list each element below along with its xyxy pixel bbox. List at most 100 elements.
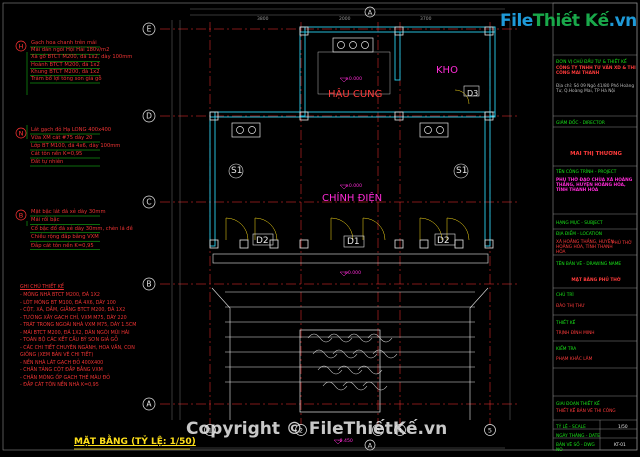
tb-phase-label: GIAI ĐOẠN THIẾT KẾ xyxy=(556,402,600,407)
tb-director: MAI THỊ THƯƠNG xyxy=(570,151,622,157)
tb-address: Địa chỉ: Số 09 Ngõ 41/80 Phố Hoàng Tư, Q… xyxy=(556,84,635,95)
wall xyxy=(489,26,496,117)
room-label-hau-cung: HẬU CUNG xyxy=(328,89,383,100)
brand-logo-file: File xyxy=(500,11,533,31)
dragon-relief-stroke xyxy=(347,333,373,343)
dimension-text: 3800 xyxy=(257,17,269,22)
door-label: D3 xyxy=(467,89,479,98)
legend-marker-label: B xyxy=(19,212,23,220)
cad-drawing-canvas: EDCBA12345AAHNB Gạch hoa chanh trên mái … xyxy=(0,0,640,453)
tb-scale-label: TỶ LỆ - SCALE xyxy=(556,425,586,430)
room-label-chinh-dien: CHÍNH ĐIỆN xyxy=(322,193,383,204)
column xyxy=(484,26,494,36)
tb-drawing: MẶT BẰNG PHỦ THỜ xyxy=(571,278,621,283)
room-label-kho: KHO xyxy=(436,65,458,76)
column xyxy=(394,239,404,249)
tb-chair: ĐÀO THỊ THƯ xyxy=(556,304,585,309)
tb-phase: THIẾT KẾ BẢN VẼ THI CÔNG xyxy=(556,409,616,414)
tb-scale: 1/50 xyxy=(618,425,628,430)
door-label: D2 xyxy=(437,236,450,246)
grid-label-row: A xyxy=(146,400,152,409)
door-swing xyxy=(446,217,470,241)
wall xyxy=(209,111,216,247)
dragon-relief-panel xyxy=(299,329,381,413)
altar-table xyxy=(332,37,374,53)
legend-roof-line: Trám bổ lợi tông son giả gỗ xyxy=(31,75,102,82)
grid-label-row: C xyxy=(146,198,151,207)
incense-bowl xyxy=(337,41,345,49)
dragon-relief-stroke xyxy=(312,349,338,359)
tb-company: CÔNG TY TNHH TƯ VẤN XD & THI CÔNG MAI TH… xyxy=(556,66,636,77)
note-line: - ĐẮP CÁT TÔN NỀN NHÀ K=0,95 xyxy=(20,383,99,388)
tb-sheet-label: BẢN VẼ SỐ - DWG NO xyxy=(556,443,595,454)
level-mark: ±0.000 xyxy=(345,184,363,189)
hau-cung-altar-outline xyxy=(317,51,391,95)
section-mark-label: A xyxy=(368,9,373,17)
wall xyxy=(484,111,491,247)
column xyxy=(269,239,279,249)
legend-step-line: Đắp cát tôn nền K=0,95 xyxy=(31,242,94,249)
incense-bowl xyxy=(436,126,444,134)
level-mark: ±0.000 xyxy=(344,271,362,276)
tb-design: TRỊNH ĐÌNH MINH xyxy=(556,331,595,336)
grid-label-row: D xyxy=(146,112,152,121)
dragon-relief-stroke xyxy=(332,349,358,359)
window-label: S1 xyxy=(456,166,468,176)
door-swing xyxy=(362,217,386,241)
front-terrace xyxy=(212,253,489,264)
column xyxy=(239,239,249,249)
tb-sheet: KT-01 xyxy=(614,443,626,448)
dragon-relief-stroke xyxy=(372,349,398,359)
grid-label-col: 5 xyxy=(488,427,492,435)
tb-drawing-label: TÊN BẢN VẼ - DRAWING NAME xyxy=(556,262,622,267)
level-mark: -0.450 xyxy=(338,439,353,444)
incense-bowl xyxy=(248,126,256,134)
tb-project-label: TÊN CÔNG TRÌNH - PROJECT xyxy=(556,170,617,175)
level-mark: ±0.000 xyxy=(345,77,363,82)
tb-chair-label: CHỦ TRÌ xyxy=(556,293,574,298)
dragon-relief-stroke xyxy=(327,333,353,343)
legend-floor-line: Đất tự nhiên xyxy=(31,159,64,165)
dimension-text: 2000 xyxy=(339,17,351,22)
column xyxy=(484,239,494,249)
column xyxy=(419,239,429,249)
tb-check: PHẠM KHẮC LÂM xyxy=(556,357,593,362)
legend-floor: Lát gạch đỏ Hạ LONG 400x400 Vữa XM cát #… xyxy=(31,127,120,168)
tb-design-label: THIẾT KẾ xyxy=(556,321,576,326)
section-mark-label: A xyxy=(368,442,373,450)
tb-location: XÃ HOẰNG THẮNG, HUYỆN HOẰNG HÓA, TỈNH TH… xyxy=(556,240,614,256)
design-notes: GHI CHÚ THIẾT KẾ - MÓNG NHÀ BTCT M200, Đ… xyxy=(20,285,136,392)
column xyxy=(209,239,219,249)
column xyxy=(394,26,404,36)
legend-marker-label: N xyxy=(19,130,24,138)
incense-bowl xyxy=(424,126,432,134)
brand-logo: FileThiết Kế.vn xyxy=(500,13,637,30)
column xyxy=(454,239,464,249)
tb-project: PHỤ THỜ ĐẠO CHÙA XÃ HOÀNG THẮNG, HUYỆN H… xyxy=(556,178,633,194)
brand-logo-name: Thiết Kế xyxy=(532,11,609,31)
brand-logo-tld: .vn xyxy=(608,11,638,31)
tb-date-label: NGÀY THÁNG - DATE xyxy=(556,434,600,439)
dragon-relief-stroke xyxy=(307,333,333,343)
tb-check-label: KIỂM TRA xyxy=(556,347,577,352)
door-swing xyxy=(225,217,249,241)
door-label: D2 xyxy=(256,236,269,246)
grid-label-row: E xyxy=(147,25,152,34)
stair-balustrade xyxy=(211,287,489,420)
dragon-relief-stroke xyxy=(352,349,378,359)
incense-bowl xyxy=(236,126,244,134)
incense-bowl xyxy=(361,41,369,49)
legend-roof: Gạch hoa chanh trên mái Mái dán ngói Hội… xyxy=(31,40,132,84)
window-label: S1 xyxy=(231,166,243,176)
dragon-relief-stroke xyxy=(322,381,348,391)
copyright-watermark: Copyright © FileThiếtKế.vn xyxy=(186,419,448,439)
grid-label-row: B xyxy=(146,280,151,289)
door-label: D1 xyxy=(347,237,360,247)
wall xyxy=(299,26,496,33)
dimension-text: 3700 xyxy=(420,17,432,22)
tb-location-label: ĐỊA ĐIỂM - LOCATION xyxy=(556,232,602,237)
legend-marker-label: H xyxy=(19,43,24,51)
incense-bowl xyxy=(349,41,357,49)
legend-step: Mặt bậc lát đá xẻ dày 30mm Mái rối bậc C… xyxy=(31,209,133,252)
dragon-relief-stroke xyxy=(342,381,368,391)
